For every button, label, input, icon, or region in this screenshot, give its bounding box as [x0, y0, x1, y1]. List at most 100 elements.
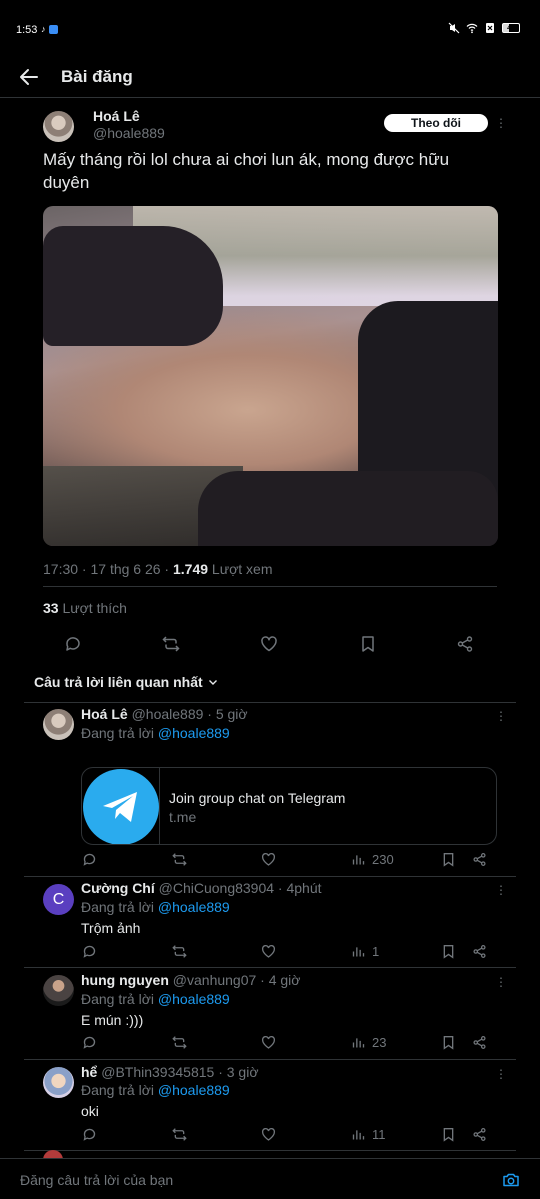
repost-icon	[172, 1036, 187, 1049]
replies-divider	[24, 702, 516, 703]
card-thumbnail	[82, 768, 160, 844]
reply-repost-button[interactable]	[172, 1035, 187, 1050]
card-domain: t.me	[169, 809, 197, 825]
post-text: Mấy tháng rồi lol chưa ai chơi lun ák, m…	[43, 150, 450, 192]
reply-author-name[interactable]: hung nguyen	[81, 972, 169, 988]
reply-repost-button[interactable]	[172, 852, 187, 867]
reply-repost-button[interactable]	[172, 1127, 187, 1142]
reply-views[interactable]: 11	[351, 1127, 386, 1142]
repost-icon	[172, 1128, 187, 1141]
reply-share-button[interactable]	[472, 944, 487, 959]
reply-text: Trộm ảnh	[81, 920, 141, 936]
reply-more-icon[interactable]: ⋮	[494, 1068, 508, 1082]
reply-bookmark-button[interactable]	[441, 944, 456, 959]
reply-author-name[interactable]: Cường Chí	[81, 880, 155, 896]
post-share-button[interactable]	[456, 635, 474, 653]
reply-bookmark-button[interactable]	[441, 852, 456, 867]
post-author-name[interactable]: Hoá Lê	[93, 108, 140, 124]
back-arrow-icon[interactable]	[18, 66, 40, 88]
follow-button[interactable]: Theo dõi	[384, 114, 488, 132]
reply-author-name[interactable]: hể	[81, 1064, 97, 1080]
reply-reply-button[interactable]	[82, 944, 97, 959]
reply-avatar[interactable]	[43, 709, 74, 740]
card-title: Join group chat on Telegram	[169, 790, 346, 806]
repost-icon	[172, 945, 187, 958]
reply-repost-button[interactable]	[172, 944, 187, 959]
reply-views[interactable]: 23	[351, 1035, 386, 1050]
replying-to: Đang trả lời @hoale889	[81, 1082, 230, 1098]
post-author-avatar[interactable]	[43, 111, 74, 142]
replying-to-link[interactable]: @hoale889	[158, 991, 230, 1007]
battery-icon: 40	[502, 23, 520, 33]
repost-icon	[162, 636, 180, 652]
replying-to-link[interactable]: @hoale889	[158, 1082, 230, 1098]
reply-header[interactable]: Cường Chí @ChiCuong83904 · 4phút	[81, 880, 322, 896]
reply-header[interactable]: Hoá Lê @hoale889 · 5 giờ	[81, 706, 248, 722]
post-action-bar	[0, 635, 540, 657]
reply-bookmark-button[interactable]	[441, 1035, 456, 1050]
reply-share-button[interactable]	[472, 1127, 487, 1142]
views-icon	[352, 855, 365, 865]
post-bookmark-button[interactable]	[359, 635, 377, 653]
reply-views[interactable]: 230	[351, 852, 394, 867]
reply-more-icon[interactable]: ⋮	[494, 884, 508, 898]
reply-header[interactable]: hể @BThin39345815 · 3 giờ	[81, 1064, 259, 1080]
reply-avatar[interactable]	[43, 1067, 74, 1098]
post-likes[interactable]: 33 Lượt thích	[43, 600, 127, 616]
reply-share-button[interactable]	[472, 1035, 487, 1050]
telegram-icon	[82, 769, 159, 844]
post-author-handle[interactable]: @hoale889	[93, 125, 165, 141]
heart-icon	[261, 852, 276, 866]
post-views-label: Lượt xem	[208, 561, 273, 577]
reply-like-button[interactable]	[261, 1035, 276, 1050]
link-preview-card[interactable]: Join group chat on Telegram t.me	[81, 767, 497, 845]
replying-to: Đang trả lời @hoale889	[81, 991, 230, 1007]
reply-divider	[24, 967, 516, 968]
reply-share-button[interactable]	[472, 852, 487, 867]
reply-action-bar: 230	[0, 852, 540, 874]
page-title: Bài đăng	[61, 67, 133, 86]
camera-icon[interactable]	[502, 1171, 520, 1189]
share-icon	[473, 1036, 486, 1049]
reply-like-button[interactable]	[261, 852, 276, 867]
reply-avatar[interactable]: C	[43, 884, 74, 915]
tiktok-icon: ♪	[41, 24, 46, 34]
share-icon	[473, 945, 486, 958]
reply-meta: @hoale889 · 5 giờ	[127, 706, 248, 722]
reply-divider	[24, 1150, 516, 1151]
replying-to-link[interactable]: @hoale889	[158, 725, 230, 741]
post-reply-button[interactable]	[64, 635, 82, 653]
post-image[interactable]	[43, 206, 498, 546]
replying-to-link[interactable]: @hoale889	[158, 899, 230, 915]
reply-like-button[interactable]	[261, 944, 276, 959]
bookmark-icon	[443, 853, 454, 867]
reply-bookmark-button[interactable]	[441, 1127, 456, 1142]
reply-meta: @vanhung07 · 4 giờ	[168, 972, 301, 988]
reply-avatar[interactable]	[43, 975, 74, 1006]
reply-input[interactable]: Đăng câu trả lời của bạn	[20, 1172, 173, 1188]
reply-views[interactable]: 1	[351, 944, 379, 959]
reply-more-icon[interactable]: ⋮	[494, 976, 508, 990]
reply-reply-button[interactable]	[82, 1035, 97, 1050]
reply-author-name[interactable]: Hoá Lê	[81, 706, 128, 722]
reply-more-icon[interactable]: ⋮	[494, 710, 508, 724]
wifi-icon	[466, 23, 478, 34]
reply-like-button[interactable]	[261, 1127, 276, 1142]
views-icon	[352, 947, 365, 957]
reply-compose-bar[interactable]: Đăng câu trả lời của bạn	[0, 1158, 540, 1199]
post-views-count[interactable]: 1.749	[173, 561, 208, 577]
post-more-icon[interactable]: ⋮	[494, 117, 508, 131]
reply-icon	[66, 637, 80, 651]
views-icon	[352, 1038, 365, 1048]
post-like-button[interactable]	[260, 635, 278, 653]
replies-sort-dropdown[interactable]: Câu trả lời liên quan nhất	[34, 674, 219, 690]
status-time: 1:53	[16, 24, 38, 36]
reply-header[interactable]: hung nguyen @vanhung07 · 4 giờ	[81, 972, 300, 988]
reply-reply-button[interactable]	[82, 1127, 97, 1142]
status-bar: 1:53 ♪ 40	[0, 0, 540, 60]
post-likes-label: Lượt thích	[58, 600, 127, 616]
reply-reply-button[interactable]	[82, 852, 97, 867]
heart-icon	[261, 1127, 276, 1141]
post-repost-button[interactable]	[162, 635, 180, 653]
reply-divider	[24, 1059, 516, 1060]
